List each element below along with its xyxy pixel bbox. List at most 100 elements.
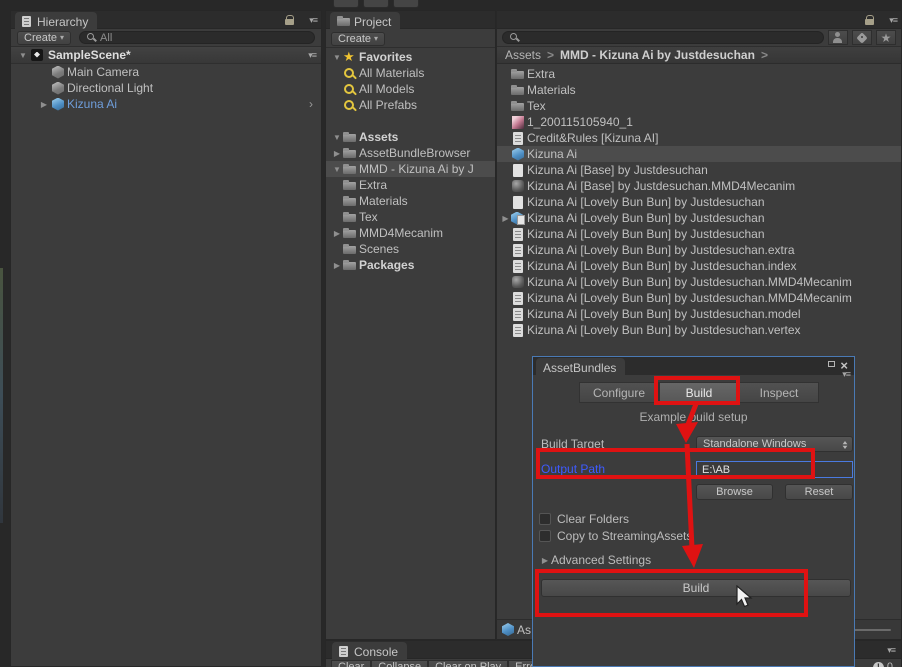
assets-tree-row[interactable]: Tex bbox=[326, 209, 495, 225]
assets-tree-row[interactable]: Extra bbox=[326, 177, 495, 193]
Kizuna Ai [Lovely Bun Bun] by Justdesuchan.extra[interactable]: Kizuna Ai [Lovely Bun Bun] by Justdesuch… bbox=[497, 242, 901, 258]
assets-tree-row[interactable]: AssetBundleBrowser bbox=[326, 145, 495, 161]
tab-console[interactable]: Console bbox=[332, 642, 407, 659]
scene-menu-icon[interactable] bbox=[308, 50, 321, 61]
person-icon bbox=[831, 32, 845, 44]
advanced-settings-foldout[interactable]: Advanced Settings bbox=[539, 553, 651, 567]
cube-icon bbox=[51, 66, 65, 79]
dialog-mode-tab[interactable]: Configure bbox=[579, 382, 659, 403]
favorites-row[interactable]: All Models bbox=[326, 81, 495, 97]
expander-icon[interactable] bbox=[331, 165, 343, 174]
console-toolbar-button[interactable]: Clear on Play bbox=[428, 660, 508, 667]
annotation-box-build-tab bbox=[654, 376, 740, 405]
assets-tree-label: Packages bbox=[357, 258, 414, 272]
assets-tree-row[interactable]: MMD4Mecanim bbox=[326, 225, 495, 241]
Kizuna Ai [Lovely Bun Bun] by Justdesuchan.MMD4Mecanim[interactable]: Kizuna Ai [Lovely Bun Bun] by Justdesuch… bbox=[497, 290, 901, 306]
pane-menu-icon[interactable] bbox=[889, 15, 897, 26]
assets-tree-row[interactable]: Packages bbox=[326, 257, 495, 273]
favorites-row[interactable]: All Prefabs bbox=[326, 97, 495, 113]
favorites-item-label: All Materials bbox=[357, 66, 424, 80]
assets-tree-row[interactable]: Materials bbox=[326, 193, 495, 209]
expander-icon[interactable] bbox=[500, 214, 511, 223]
expander-icon[interactable] bbox=[331, 149, 343, 158]
assets-tree-row[interactable]: Scenes bbox=[326, 241, 495, 257]
expander-icon[interactable] bbox=[331, 229, 343, 238]
Kizuna Ai[interactable]: Kizuna Ai bbox=[497, 146, 901, 162]
image-icon bbox=[511, 116, 525, 129]
console-toolbar-button[interactable]: Collapse bbox=[371, 660, 428, 667]
star-icon bbox=[343, 51, 357, 64]
Kizuna Ai [Lovely Bun Bun] by Justdesuchan.MMD4Mecanim[interactable]: Kizuna Ai [Lovely Bun Bun] by Justdesuch… bbox=[497, 274, 901, 290]
scene-header[interactable]: ▼ SampleScene* bbox=[11, 47, 321, 64]
maximize-icon[interactable] bbox=[828, 361, 835, 367]
option-row[interactable]: Copy to StreamingAssets bbox=[539, 527, 692, 544]
hierarchy-create-button[interactable]: Create bbox=[17, 31, 71, 45]
console-toolbar-button[interactable]: Clear bbox=[331, 660, 371, 667]
dialog-menu-icon[interactable] bbox=[842, 369, 850, 380]
hierarchy-panel: Hierarchy Create All ▼ SampleScene* bbox=[10, 10, 322, 667]
filter-by-type-button[interactable] bbox=[828, 30, 848, 45]
1_200115105940_1[interactable]: 1_200115105940_1 bbox=[497, 114, 901, 130]
tab-hierarchy[interactable]: Hierarchy bbox=[15, 12, 97, 29]
expander-icon[interactable] bbox=[37, 100, 51, 109]
favorites-row[interactable]: Favorites bbox=[326, 49, 495, 65]
favorites-filter-button[interactable] bbox=[876, 30, 896, 45]
expander-icon[interactable] bbox=[331, 133, 343, 142]
Kizuna Ai [Lovely Bun Bun] by Justdesuchan[interactable]: Kizuna Ai [Lovely Bun Bun] by Justdesuch… bbox=[497, 194, 901, 210]
checkbox[interactable] bbox=[539, 530, 551, 542]
dialog-mode-tab[interactable]: Inspect bbox=[739, 382, 819, 403]
option-row[interactable]: Clear Folders bbox=[539, 510, 692, 527]
project-create-button[interactable]: Create bbox=[331, 32, 385, 46]
scene-name: SampleScene* bbox=[44, 48, 131, 62]
expander-icon[interactable]: ▼ bbox=[16, 51, 30, 60]
Credit&Rules [Kizuna AI][interactable]: Credit&Rules [Kizuna AI] bbox=[497, 130, 901, 146]
Kizuna Ai [Lovely Bun Bun] by Justdesuchan[interactable]: Kizuna Ai [Lovely Bun Bun] by Justdesuch… bbox=[497, 210, 901, 226]
Kizuna Ai [Lovely Bun Bun] by Justdesuchan.model[interactable]: Kizuna Ai [Lovely Bun Bun] by Justdesuch… bbox=[497, 306, 901, 322]
assets-tree-row[interactable]: MMD - Kizuna Ai by J bbox=[326, 161, 495, 177]
checkbox[interactable] bbox=[539, 513, 551, 525]
error-count-badge[interactable]: ! 0 bbox=[873, 661, 893, 667]
breadcrumb-current[interactable]: MMD - Kizuna Ai by Justdesuchan bbox=[560, 48, 755, 62]
favorites-row[interactable]: All Materials bbox=[326, 65, 495, 81]
hierarchy-row[interactable]: Main Camera bbox=[11, 64, 321, 80]
Kizuna Ai [Base] by Justdesuchan[interactable]: Kizuna Ai [Base] by Justdesuchan bbox=[497, 162, 901, 178]
prefab-chevron-icon[interactable]: › bbox=[309, 97, 321, 111]
folder-icon bbox=[511, 100, 525, 113]
Materials[interactable]: Materials bbox=[497, 82, 901, 98]
filter-by-label-button[interactable] bbox=[852, 30, 872, 45]
pause-button[interactable] bbox=[363, 0, 389, 8]
expander-icon[interactable] bbox=[331, 261, 343, 270]
Extra[interactable]: Extra bbox=[497, 66, 901, 82]
dropdown-arrows-icon bbox=[841, 440, 849, 450]
expander-icon[interactable] bbox=[331, 53, 343, 62]
reset-button[interactable]: Reset bbox=[785, 484, 853, 500]
Kizuna Ai [Lovely Bun Bun] by Justdesuchan.vertex[interactable]: Kizuna Ai [Lovely Bun Bun] by Justdesuch… bbox=[497, 322, 901, 338]
project-tab-icon bbox=[337, 15, 350, 28]
Tex[interactable]: Tex bbox=[497, 98, 901, 114]
expander-icon[interactable] bbox=[539, 556, 551, 565]
Kizuna Ai [Lovely Bun Bun] by Justdesuchan[interactable]: Kizuna Ai [Lovely Bun Bun] by Justdesuch… bbox=[497, 226, 901, 242]
tab-project[interactable]: Project bbox=[330, 12, 400, 29]
hierarchy-row[interactable]: Directional Light bbox=[11, 80, 321, 96]
lock-icon[interactable] bbox=[865, 15, 875, 26]
asset-search-input[interactable] bbox=[502, 31, 824, 44]
folder-icon bbox=[343, 163, 357, 176]
play-button[interactable] bbox=[333, 0, 359, 8]
dialog-tab-assetbundles[interactable]: AssetBundles bbox=[536, 358, 625, 375]
browse-button[interactable]: Browse bbox=[696, 484, 773, 500]
step-button[interactable] bbox=[393, 0, 419, 8]
folder-icon bbox=[343, 147, 357, 160]
folder-icon bbox=[511, 68, 525, 81]
breadcrumb: Assets > MMD - Kizuna Ai by Justdesuchan… bbox=[497, 47, 901, 64]
lock-icon[interactable] bbox=[285, 15, 295, 26]
hierarchy-search-input[interactable]: All bbox=[79, 31, 315, 44]
pane-menu-icon[interactable] bbox=[887, 645, 895, 656]
assets-tree-row[interactable]: Assets bbox=[326, 129, 495, 145]
textdoc-icon bbox=[511, 228, 525, 241]
Kizuna Ai [Base] by Justdesuchan.MMD4Mecanim[interactable]: Kizuna Ai [Base] by Justdesuchan.MMD4Mec… bbox=[497, 178, 901, 194]
dialog-titlebar[interactable]: AssetBundles × bbox=[533, 357, 854, 375]
hierarchy-row[interactable]: Kizuna Ai › bbox=[11, 96, 321, 112]
pane-menu-icon[interactable] bbox=[309, 15, 317, 26]
breadcrumb-root[interactable]: Assets bbox=[505, 48, 541, 62]
Kizuna Ai [Lovely Bun Bun] by Justdesuchan.index[interactable]: Kizuna Ai [Lovely Bun Bun] by Justdesuch… bbox=[497, 258, 901, 274]
